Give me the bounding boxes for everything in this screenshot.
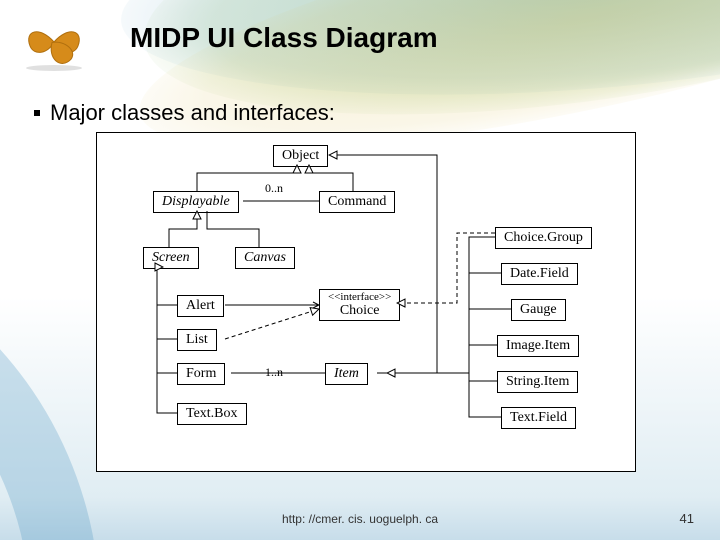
class-displayable: Displayable <box>153 191 239 213</box>
class-object: Object <box>273 145 328 167</box>
decor-band-left <box>0 220 100 540</box>
slide-title: MIDP UI Class Diagram <box>130 22 438 54</box>
class-command: Command <box>319 191 395 213</box>
footer-url: http: //cmer. cis. uoguelph. ca <box>0 512 720 526</box>
stereotype-label: <<interface>> <box>328 291 391 303</box>
class-choicegroup: Choice.Group <box>495 227 592 249</box>
class-stringitem: String.Item <box>497 371 578 393</box>
bullet-text: Major classes and interfaces: <box>50 100 335 126</box>
class-list: List <box>177 329 217 351</box>
class-gauge: Gauge <box>511 299 566 321</box>
class-imageitem: Image.Item <box>497 335 579 357</box>
class-datefield: Date.Field <box>501 263 578 285</box>
class-choice: <<interface>> Choice <box>319 289 400 321</box>
class-alert: Alert <box>177 295 224 317</box>
logo-trefoil-icon <box>20 12 88 72</box>
multiplicity-form-item: 1..n <box>265 365 283 380</box>
class-screen: Screen <box>143 247 199 269</box>
class-item: Item <box>325 363 368 385</box>
class-form: Form <box>177 363 225 385</box>
slide: MIDP UI Class Diagram Major classes and … <box>0 0 720 540</box>
page-number: 41 <box>680 511 694 526</box>
class-canvas: Canvas <box>235 247 295 269</box>
multiplicity-disp-cmd: 0..n <box>265 181 283 196</box>
bullet-icon <box>34 110 40 116</box>
class-choice-name: Choice <box>340 303 380 318</box>
class-diagram: Object Displayable Command Screen Canvas… <box>96 132 636 472</box>
class-textbox: Text.Box <box>177 403 247 425</box>
bullet-major-classes: Major classes and interfaces: <box>34 100 335 126</box>
class-textfield: Text.Field <box>501 407 576 429</box>
